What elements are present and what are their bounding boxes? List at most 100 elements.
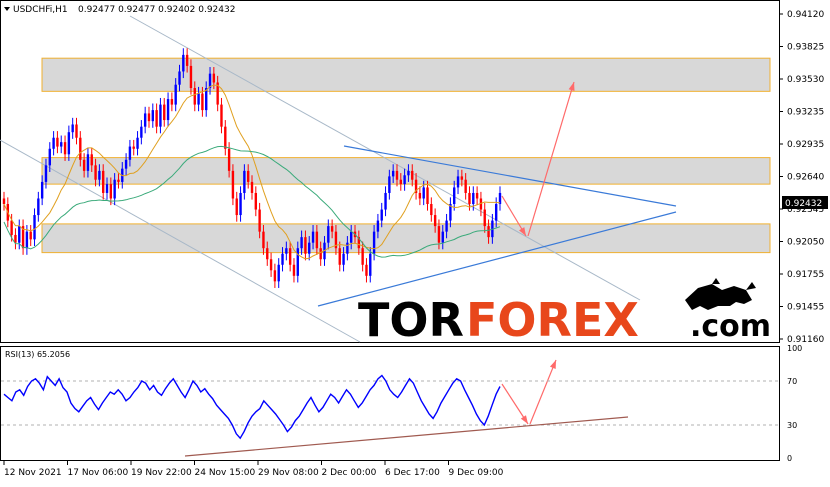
symbol-label: USDCHFi,H1 xyxy=(13,5,68,15)
candle-body xyxy=(441,231,444,243)
ohlc-values: 0.92477 0.92477 0.92402 0.92432 xyxy=(78,5,235,15)
price-tick-label: 0.91755 xyxy=(787,270,824,280)
candle-body xyxy=(231,170,235,199)
candle-body xyxy=(63,142,67,155)
candle-body xyxy=(197,93,200,105)
candle-body xyxy=(388,176,391,193)
rsi-panel-frame xyxy=(0,346,780,461)
candle-body xyxy=(311,231,315,243)
candle-body xyxy=(315,231,319,249)
candle-body xyxy=(182,54,185,72)
rsi-tick-label: 30 xyxy=(787,421,797,430)
chart-header: USDCHFi,H1 0.92477 0.92477 0.92402 0.924… xyxy=(4,5,235,15)
candle-body xyxy=(79,137,82,160)
price-tick-label: 0.92050 xyxy=(787,238,824,248)
candle-body xyxy=(224,126,227,149)
candle-body xyxy=(109,184,113,199)
candle-body xyxy=(327,226,330,243)
candle-body xyxy=(304,237,307,254)
candle-body xyxy=(300,237,303,249)
chart-root: 0.94120 0.93825 0.93530 0.93235 0.92935 0.926… xyxy=(0,0,830,483)
candle-body xyxy=(483,209,486,227)
candle-body xyxy=(185,54,189,66)
current-price-value: 0.92432 xyxy=(785,199,822,209)
candle-body xyxy=(380,209,383,221)
candle-body xyxy=(292,264,296,276)
candle-body xyxy=(269,259,273,271)
price-tick-label: 0.93530 xyxy=(787,75,824,85)
candle-body xyxy=(239,192,242,216)
candle-body xyxy=(60,142,63,147)
candle-body xyxy=(338,248,341,265)
time-tick-label: 19 Nov 22:00 xyxy=(131,468,192,478)
candle-body xyxy=(220,104,223,127)
candle-body xyxy=(166,99,170,121)
candle-body xyxy=(189,65,193,89)
candle-body xyxy=(40,181,44,199)
candle-body xyxy=(201,93,204,111)
candle-body xyxy=(399,179,402,185)
candle-body xyxy=(124,159,128,169)
candle-body xyxy=(147,113,151,122)
candle-body xyxy=(117,179,120,182)
candle-body xyxy=(102,170,105,193)
chart-svg: 0.94120 0.93825 0.93530 0.93235 0.92935 0.926… xyxy=(0,0,828,478)
candle-body xyxy=(422,187,425,199)
candle-body xyxy=(472,192,475,205)
current-price-tag: 0.92432 xyxy=(782,196,828,209)
candle-body xyxy=(296,248,299,276)
candle-body xyxy=(143,113,147,127)
candle-body xyxy=(98,170,101,180)
time-tick-label: 24 Nov 15:00 xyxy=(195,468,256,478)
logo-part-com: .com xyxy=(690,309,771,344)
candle-body xyxy=(350,231,353,243)
resistance-zone-0 xyxy=(41,57,771,92)
price-tick-label: 0.93825 xyxy=(787,43,824,53)
candle-body xyxy=(426,187,429,205)
resistance-zone-1 xyxy=(41,157,771,185)
candle-body xyxy=(346,242,349,254)
resistance-zone-2 xyxy=(41,223,771,254)
candle-body xyxy=(464,179,467,193)
candle-body xyxy=(369,253,372,276)
time-axis: 12 Nov 2021 17 Nov 06:00 19 Nov 22:00 24 No… xyxy=(3,461,504,478)
candle-body xyxy=(44,165,48,182)
candle-body xyxy=(395,170,399,180)
candle-body xyxy=(212,73,216,83)
candle-body xyxy=(319,248,322,260)
price-tick-label: 0.93235 xyxy=(787,108,824,118)
candle-body xyxy=(262,231,265,249)
time-tick-label: 17 Nov 06:00 xyxy=(68,468,129,478)
candle-body xyxy=(94,165,97,180)
candle-body xyxy=(128,146,132,160)
candle-body xyxy=(376,220,380,232)
candle-body xyxy=(155,110,158,127)
candle-body xyxy=(71,124,74,133)
candle-body xyxy=(243,170,246,193)
candle-body xyxy=(456,176,460,188)
candle-body xyxy=(372,231,376,254)
candle-body xyxy=(205,88,208,111)
price-tick-label: 0.92640 xyxy=(787,173,824,183)
rsi-title: RSI(13) 65.2056 xyxy=(5,350,70,359)
candle-body xyxy=(33,215,36,240)
candle-body xyxy=(10,220,13,235)
candle-body xyxy=(342,253,345,265)
candle-body xyxy=(418,192,422,199)
candle-body xyxy=(90,154,93,166)
candle-body xyxy=(246,170,250,182)
candle-body xyxy=(227,148,231,171)
candle-body xyxy=(475,192,479,199)
logo-part-tor: TOR xyxy=(358,293,464,347)
candle-body xyxy=(308,242,311,254)
price-tick-label: 0.94120 xyxy=(787,10,824,20)
rsi-tick-label: 70 xyxy=(787,377,797,386)
candle-body xyxy=(235,198,238,216)
candle-body xyxy=(163,104,166,121)
candle-body xyxy=(468,192,471,205)
candle-body xyxy=(391,170,395,177)
rsi-axis: 100 70 30 0 xyxy=(787,344,802,463)
candle-body xyxy=(75,124,78,138)
candle-body xyxy=(365,264,368,276)
candle-body xyxy=(48,148,51,166)
